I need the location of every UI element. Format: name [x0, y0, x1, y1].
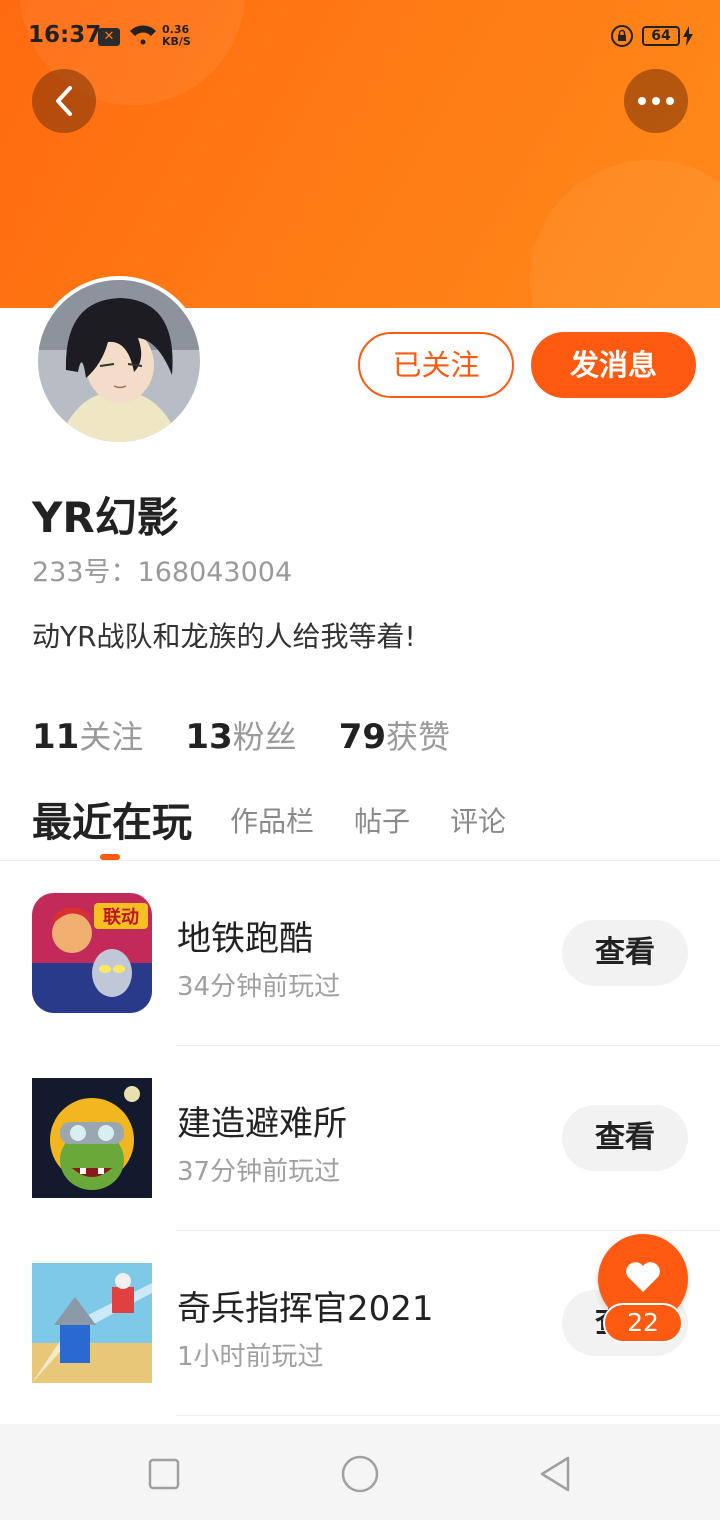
network-speed: 0.36 KB/S	[162, 24, 191, 48]
tab-works[interactable]: 作品栏	[230, 800, 314, 840]
tab-recently-played[interactable]: 最近在玩	[32, 790, 192, 848]
stat-number: 11	[32, 717, 80, 757]
send-message-button[interactable]: 发消息	[531, 332, 696, 398]
stat-fans[interactable]: 13粉丝	[185, 712, 296, 758]
username: YR幻影	[32, 493, 179, 542]
like-count-badge: 22	[603, 1303, 683, 1343]
stat-label: 粉丝	[232, 718, 297, 756]
home-icon	[341, 1455, 379, 1493]
stat-number: 79	[338, 717, 387, 757]
list-item[interactable]: 联动 地铁跑酷 34分钟前玩过 查看	[0, 861, 720, 1046]
nav-back-button[interactable]	[536, 1454, 576, 1494]
stat-likes[interactable]: 79获赞	[339, 712, 450, 758]
tab-posts[interactable]: 帖子	[354, 800, 410, 840]
status-time: 16:37	[28, 22, 102, 48]
profile-stats: 11关注 13粉丝 79获赞	[32, 712, 450, 758]
avatar[interactable]	[34, 276, 204, 446]
recent-apps-icon	[148, 1458, 180, 1490]
chevron-left-icon	[56, 86, 72, 116]
list-item[interactable]: 建造避难所 37分钟前玩过 查看	[0, 1046, 720, 1231]
game-icon-subway-surfers: 联动	[32, 893, 152, 1013]
game-name: 地铁跑酷	[177, 919, 313, 959]
game-icon-build-shelter	[32, 1078, 152, 1198]
back-button[interactable]	[32, 69, 96, 133]
game-last-played: 34分钟前玩过	[177, 972, 341, 1002]
wifi-icon	[128, 22, 158, 50]
decorative-circle	[530, 160, 720, 308]
more-dots-icon	[638, 97, 674, 105]
profile-tabs: 最近在玩 作品栏 帖子 评论	[32, 790, 712, 860]
home-button[interactable]	[340, 1454, 380, 1494]
charging-bolt-icon	[682, 26, 694, 50]
avatar-image	[38, 280, 200, 442]
more-options-button[interactable]	[624, 69, 688, 133]
user-id: 233号：168043004	[32, 557, 293, 588]
x-notification-icon: ✕	[98, 28, 120, 46]
stat-following[interactable]: 11关注	[32, 712, 143, 758]
user-bio: 动YR战队和龙族的人给我等着!	[32, 620, 416, 653]
game-last-played: 37分钟前玩过	[177, 1157, 341, 1187]
stat-label: 获赞	[386, 718, 451, 756]
game-icon-badge: 联动	[103, 907, 139, 928]
recent-apps-button[interactable]	[144, 1454, 184, 1494]
stat-label: 关注	[79, 718, 144, 756]
game-last-played: 1小时前玩过	[177, 1342, 324, 1372]
game-name: 建造避难所	[177, 1104, 347, 1144]
battery-icon: 64	[642, 26, 680, 46]
tab-comments[interactable]: 评论	[450, 800, 506, 840]
view-game-button[interactable]: 查看	[562, 920, 688, 986]
following-button[interactable]: 已关注	[358, 332, 514, 398]
lock-rotation-icon	[610, 24, 634, 52]
game-icon-commander-2021	[32, 1263, 152, 1383]
back-icon	[540, 1456, 570, 1492]
divider	[176, 1415, 720, 1416]
stat-number: 13	[185, 717, 233, 757]
network-speed-unit: KB/S	[162, 35, 191, 48]
status-bar: 16:37 ✕ 0.36 KB/S 64	[0, 0, 720, 72]
heart-icon	[626, 1262, 660, 1292]
system-nav-bar	[0, 1424, 720, 1520]
game-name: 奇兵指挥官2021	[177, 1289, 434, 1329]
view-game-button[interactable]: 查看	[562, 1105, 688, 1171]
